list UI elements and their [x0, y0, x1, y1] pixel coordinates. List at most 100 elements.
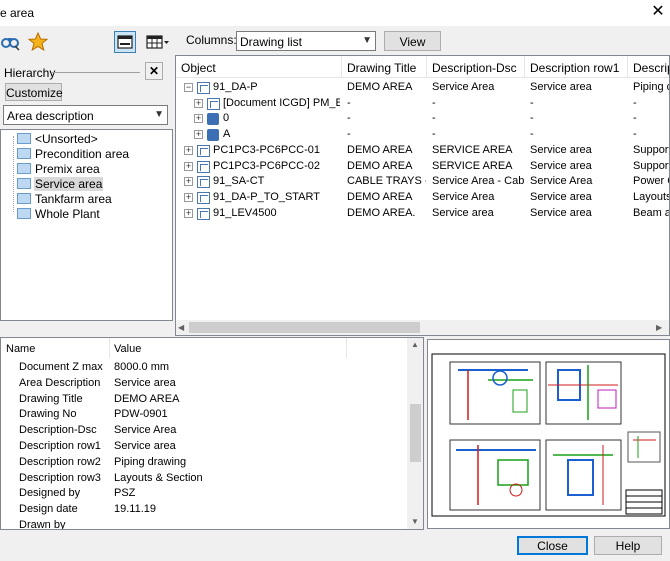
- table-cell: DEMO AREA: [347, 159, 413, 172]
- table-row[interactable]: +91_DA-P_TO_START DEMO AREA Service Area Se…: [176, 190, 669, 205]
- grid-view-dropdown[interactable]: [145, 31, 171, 53]
- expand-icon[interactable]: +: [184, 177, 193, 187]
- folder-icon: [17, 163, 31, 174]
- hierarchy-divider: [52, 72, 140, 73]
- favorites-button[interactable]: [27, 31, 49, 53]
- document-icon: [197, 207, 210, 220]
- table-cell: SERVICE AREA: [432, 143, 513, 156]
- expand-icon[interactable]: +: [194, 114, 203, 124]
- property-value: DEMO AREA: [114, 392, 180, 405]
- expand-icon[interactable]: +: [184, 208, 193, 218]
- property-value: PSZ: [114, 487, 136, 500]
- customize-button[interactable]: Customize: [5, 83, 63, 101]
- tree-connector-line: [13, 136, 14, 212]
- table-cell: Service Area: [530, 175, 593, 188]
- properties-list[interactable]: Name Value Document Z max 8000.0 mm Area Des…: [0, 337, 424, 530]
- object-grid[interactable]: Object Drawing Title Description-Dsc Descri…: [175, 55, 670, 336]
- table-row[interactable]: +[Document ICGD] PM_Ex...----: [176, 96, 669, 111]
- chevron-down-icon: ▼: [154, 109, 164, 120]
- property-name: Description row2: [19, 455, 101, 468]
- property-value: 8000.0 mm: [114, 361, 170, 373]
- tree-item-label: Precondition area: [35, 147, 130, 161]
- columns-select[interactable]: Drawing list ▼: [236, 31, 376, 51]
- drawing-preview: [427, 339, 670, 529]
- table-cell: -: [347, 112, 351, 125]
- table-cell: -: [432, 112, 436, 125]
- tree-item[interactable]: Precondition area: [17, 147, 130, 162]
- expand-icon[interactable]: +: [184, 192, 193, 202]
- table-row[interactable]: +91_SA-CT CABLE TRAYS -... Service Area - …: [176, 174, 669, 189]
- column-header[interactable]: Descripti: [628, 56, 669, 78]
- folder-icon: [17, 193, 31, 204]
- help-button[interactable]: Help: [594, 536, 662, 555]
- property-name: Designed by: [19, 487, 81, 500]
- scroll-down-icon[interactable]: ▼: [411, 517, 419, 526]
- expand-icon[interactable]: +: [194, 130, 203, 140]
- tree-item[interactable]: Service area: [17, 177, 104, 192]
- single-pane-view-button[interactable]: [114, 31, 136, 53]
- table-row[interactable]: + A - - - -: [176, 127, 669, 142]
- find-binoculars-button[interactable]: [0, 31, 22, 53]
- tree-item-label: Service area: [34, 177, 104, 191]
- table-cell: Beam ar: [633, 206, 669, 219]
- view-button[interactable]: View: [384, 31, 441, 51]
- table-cell: DEMO AREA: [347, 190, 413, 203]
- table-row[interactable]: + PC1PC3-PC6PCC-01 DEMO AREA SERVICE AREA Se…: [176, 143, 669, 158]
- expand-icon[interactable]: +: [184, 145, 193, 155]
- properties-scroll-thumb[interactable]: [410, 404, 421, 462]
- column-header[interactable]: Description-Dsc: [427, 56, 525, 78]
- table-cell: -: [432, 128, 436, 141]
- expand-icon[interactable]: +: [194, 98, 203, 108]
- table-cell: DEMO AREA.: [347, 206, 416, 219]
- object-name-cell: PC1PC3-PC6PCC-01: [213, 143, 320, 156]
- table-cell: Service Area: [432, 190, 495, 203]
- tree-item-label: <Unsorted>: [35, 132, 98, 146]
- folder-icon: [17, 208, 31, 219]
- tree-item-label: Premix area: [35, 162, 100, 176]
- document-icon: [197, 176, 210, 189]
- table-row[interactable]: +91_LEV4500 DEMO AREA. Service area Service…: [176, 206, 669, 221]
- tree-item[interactable]: Tankfarm area: [17, 192, 113, 207]
- table-row[interactable]: − 91_DA-P DEMO AREA Service Area Service are…: [176, 80, 670, 95]
- scroll-up-icon[interactable]: ▲: [411, 340, 419, 349]
- property-name: Area Description: [19, 376, 101, 389]
- property-value: Service Area: [114, 424, 177, 437]
- columns-label: Columns:: [186, 33, 237, 47]
- column-header[interactable]: Object: [176, 56, 342, 78]
- scroll-right-icon[interactable]: ▶: [656, 323, 662, 332]
- tree-item-label: Tankfarm area: [35, 192, 112, 206]
- property-value: Piping drawing: [114, 455, 187, 468]
- hierarchy-mode-select[interactable]: Area description ▼: [3, 105, 168, 125]
- tree-item[interactable]: Premix area: [17, 162, 101, 177]
- hierarchy-close-button[interactable]: ✕: [145, 62, 163, 80]
- cube-icon: [207, 113, 219, 126]
- table-cell: Piping d: [633, 81, 670, 93]
- table-cell: Service area: [530, 190, 592, 203]
- object-name-cell: A: [223, 128, 231, 141]
- column-header[interactable]: Drawing Title: [342, 56, 427, 78]
- property-name: Document Z max: [19, 361, 103, 373]
- folder-icon: [17, 178, 31, 189]
- table-cell: Service area: [530, 159, 592, 172]
- tree-item[interactable]: <Unsorted>: [17, 132, 99, 147]
- properties-column-header[interactable]: Value: [114, 343, 349, 355]
- table-row[interactable]: + PC1PC3-PC6PCC-02 DEMO AREA SERVICE AREA Se…: [176, 159, 669, 174]
- scroll-left-icon[interactable]: ◀: [178, 323, 184, 332]
- close-button[interactable]: Close: [517, 536, 588, 555]
- collapse-icon[interactable]: −: [184, 83, 193, 92]
- table-cell: Service area: [530, 81, 592, 93]
- table-cell: DEMO AREA: [347, 143, 413, 156]
- tree-item[interactable]: Whole Plant: [17, 207, 101, 222]
- object-name-cell: [Document ICGD] PM_Ex...: [223, 96, 340, 109]
- properties-column-header[interactable]: Name: [6, 343, 111, 355]
- object-name-cell: PC1PC3-PC6PCC-02: [213, 159, 320, 172]
- grid-scroll-thumb[interactable]: [189, 322, 420, 333]
- window-close-button[interactable]: ✕: [648, 2, 668, 22]
- expand-icon[interactable]: +: [184, 161, 193, 171]
- table-row[interactable]: +0 - - - -: [176, 111, 669, 126]
- column-header[interactable]: Description row1: [525, 56, 628, 78]
- window-title: e area: [0, 6, 35, 20]
- document-icon: [207, 97, 220, 110]
- document-icon: [197, 82, 210, 94]
- hierarchy-tree[interactable]: <Unsorted> Precondition area Premix area Se…: [0, 129, 173, 321]
